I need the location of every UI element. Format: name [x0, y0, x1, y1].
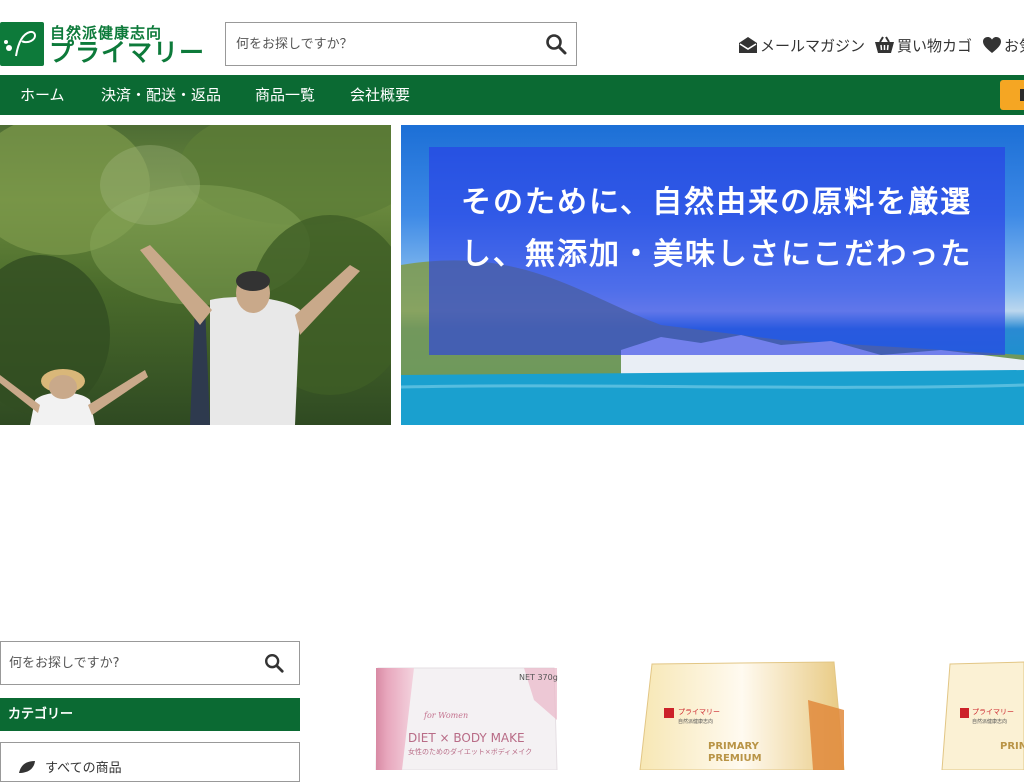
mail-magazine-label: メールマガジン	[760, 36, 866, 55]
logo-mark-icon	[0, 22, 44, 66]
nav-item-payment-shipping[interactable]: 決済・配送・返品	[101, 75, 221, 115]
basket-icon	[875, 36, 894, 53]
product-card-diet-body-make[interactable]: NET 370g for Women DIET × BODY MAKE 女性のた…	[374, 660, 559, 770]
site-logo[interactable]: 自然派健康志向 プライマリー	[0, 22, 204, 68]
product-card-primary-premium[interactable]: プライマリー 自然派健康志向 PRIMARY PREMIUM	[638, 660, 848, 770]
mail-magazine-link[interactable]: メールマガジン	[738, 35, 865, 55]
category-item-all[interactable]: すべての商品	[17, 757, 122, 776]
nav-item-company[interactable]: 会社概要	[350, 75, 410, 115]
heart-icon	[983, 37, 1001, 53]
cart-link[interactable]: 買い物カゴ	[874, 35, 972, 55]
favorites-label: お気	[1004, 36, 1024, 55]
product-brand: プライマリー	[678, 708, 720, 716]
product-title: PRIMARY	[708, 741, 760, 752]
nav-action-button[interactable]	[1000, 80, 1024, 110]
leaf-icon	[19, 760, 35, 773]
product-subtitle: PREMIUM	[708, 753, 762, 764]
hero-image-lake: そのために、自然由来の原料を厳選し、無添加・美味しさにこだわった	[401, 125, 1024, 425]
product-maker: 自然派健康志向	[972, 718, 1007, 725]
main-nav: ホーム 決済・配送・返品 商品一覧 会社概要	[0, 75, 1024, 115]
product-brand-script: for Women	[423, 711, 468, 720]
product-maker: 自然派健康志向	[678, 718, 713, 725]
search-icon[interactable]	[263, 652, 285, 674]
search-icon[interactable]	[544, 32, 568, 56]
category-heading: カテゴリー	[0, 698, 300, 731]
nav-item-products[interactable]: 商品一覧	[255, 75, 315, 115]
cart-label: 買い物カゴ	[897, 36, 973, 55]
product-brand: プライマリー	[972, 708, 1014, 716]
category-list: すべての商品	[0, 742, 300, 782]
favorites-link[interactable]: お気	[982, 35, 1024, 55]
header-search-input[interactable]	[226, 23, 536, 65]
product-title: PRIM	[1000, 741, 1024, 752]
category-item-label: すべての商品	[45, 761, 122, 776]
product-subtitle: 女性のためのダイエット×ボディメイク	[408, 747, 532, 756]
logo-title: プライマリー	[49, 38, 206, 67]
product-card-primary-premium-2[interactable]: プライマリー 自然派健康志向 PRIM	[940, 660, 1024, 770]
hero-caption-box: そのために、自然由来の原料を厳選し、無添加・美味しさにこだわった	[429, 147, 1005, 355]
header-search-box	[225, 22, 577, 66]
nav-action-icon	[1020, 89, 1024, 101]
product-weight: NET 370g	[519, 673, 558, 682]
envelope-icon	[739, 37, 757, 53]
hero-image-forest	[0, 125, 391, 425]
sidebar-search-box	[0, 641, 300, 685]
nav-item-home[interactable]: ホーム	[20, 75, 65, 115]
product-title: DIET × BODY MAKE	[408, 731, 525, 745]
site-header: 自然派健康志向 プライマリー メールマガジン 買い物カゴ お気	[0, 0, 1024, 75]
sidebar-search-input[interactable]	[1, 642, 251, 684]
hero-caption-text: そのために、自然由来の原料を厳選し、無添加・美味しさにこだわった	[461, 185, 973, 272]
